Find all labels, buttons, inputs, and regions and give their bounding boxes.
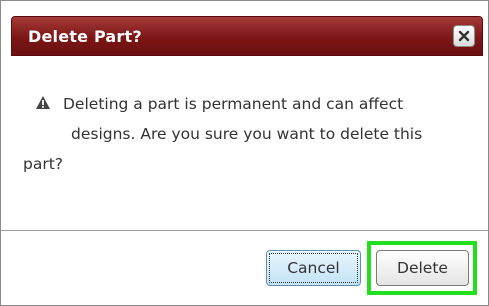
close-icon — [458, 30, 470, 42]
warning-icon — [36, 96, 50, 109]
cancel-button[interactable]: Cancel — [266, 250, 361, 286]
dialog-titlebar[interactable]: Delete Part? — [11, 16, 483, 56]
dialog-message: Deleting a part is permanent and can aff… — [23, 89, 463, 179]
button-bar-divider — [1, 230, 488, 231]
close-button[interactable] — [453, 25, 475, 47]
message-text-line-2: designs. Are you sure you want to delete… — [71, 125, 423, 143]
message-text-line-3: part? — [23, 155, 64, 173]
delete-button[interactable]: Delete — [376, 250, 469, 286]
message-line-1: Deleting a part is permanent and can aff… — [23, 89, 463, 119]
delete-part-dialog: Delete Part? Deleting a part is permanen… — [0, 0, 489, 306]
message-text-line-1: Deleting a part is permanent and can aff… — [63, 95, 404, 113]
dialog-title: Delete Part? — [28, 27, 142, 46]
